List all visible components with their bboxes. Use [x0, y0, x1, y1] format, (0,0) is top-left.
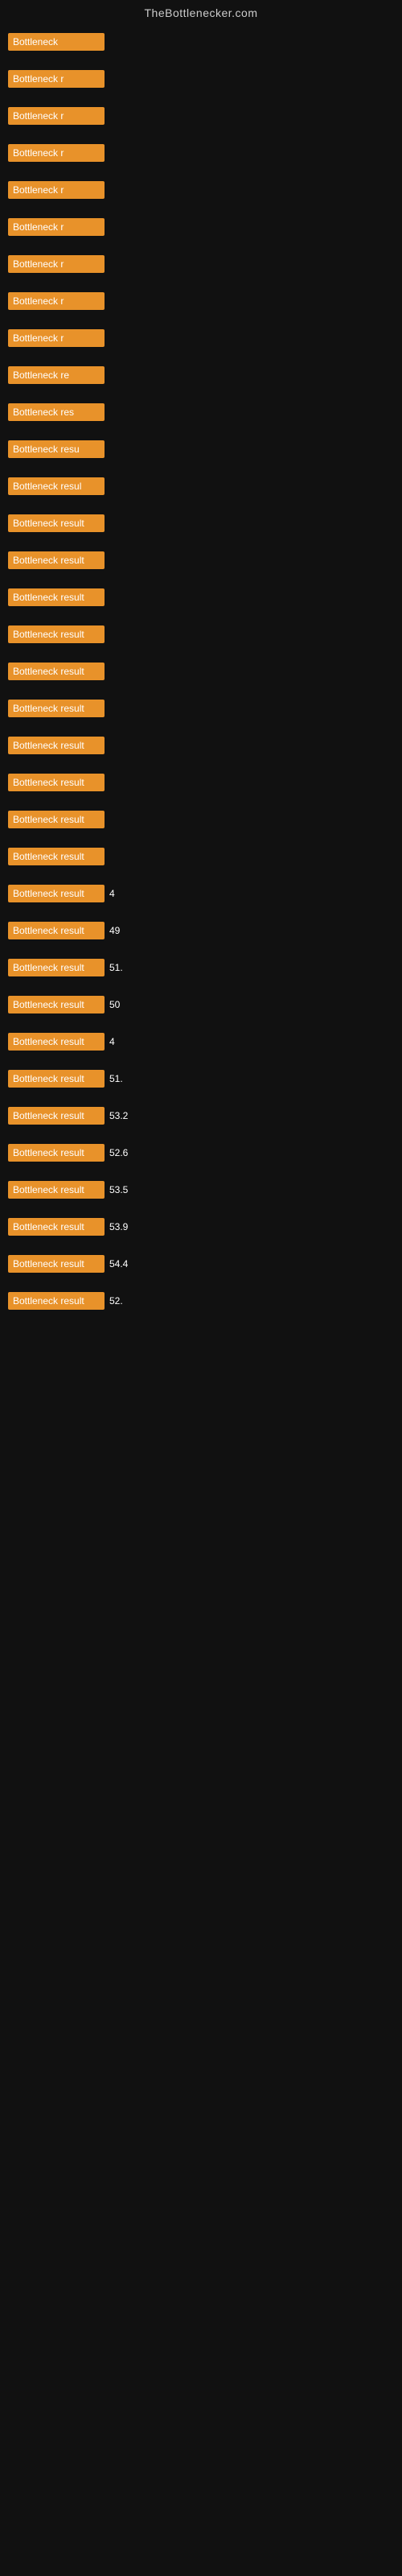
bar-value: 52.: [109, 1295, 123, 1307]
chart-row: Bottleneck r: [8, 105, 394, 127]
chart-row: Bottleneck re: [8, 364, 394, 386]
chart-row: Bottleneck result 53.9: [8, 1216, 394, 1238]
chart-row: Bottleneck result: [8, 549, 394, 572]
bar-label: Bottleneck result: [8, 811, 105, 828]
bar-label: Bottleneck result: [8, 625, 105, 643]
bar-label: Bottleneck result: [8, 1033, 105, 1051]
bar-value: 53.2: [109, 1110, 128, 1121]
bar-label: Bottleneck result: [8, 1144, 105, 1162]
bar-label: Bottleneck: [8, 33, 105, 51]
chart-row: Bottleneck result 51.: [8, 1067, 394, 1090]
bar-value: 4: [109, 888, 115, 899]
bar-label: Bottleneck result: [8, 922, 105, 939]
site-title: TheBottlenecker.com: [0, 0, 402, 23]
chart-row: Bottleneck result: [8, 512, 394, 535]
bar-label: Bottleneck r: [8, 181, 105, 199]
chart-row: Bottleneck resu: [8, 438, 394, 460]
bar-label: Bottleneck resu: [8, 440, 105, 458]
bar-value: 49: [109, 925, 120, 936]
chart-row: Bottleneck result 54.4: [8, 1253, 394, 1275]
bar-label: Bottleneck r: [8, 144, 105, 162]
bar-label: Bottleneck result: [8, 774, 105, 791]
bar-label: Bottleneck r: [8, 329, 105, 347]
chart-row: Bottleneck: [8, 31, 394, 53]
chart-row: Bottleneck r: [8, 253, 394, 275]
bar-label: Bottleneck res: [8, 403, 105, 421]
bar-label: Bottleneck result: [8, 700, 105, 717]
chart-row: Bottleneck result 53.2: [8, 1104, 394, 1127]
chart-row: Bottleneck result: [8, 808, 394, 831]
chart-row: Bottleneck result 51.: [8, 956, 394, 979]
chart-row: Bottleneck res: [8, 401, 394, 423]
bar-label: Bottleneck result: [8, 1181, 105, 1199]
chart-row: Bottleneck result: [8, 845, 394, 868]
chart-row: Bottleneck result 50: [8, 993, 394, 1016]
bar-value: 51.: [109, 1073, 123, 1084]
bar-label: Bottleneck result: [8, 737, 105, 754]
chart-row: Bottleneck r: [8, 216, 394, 238]
chart-row: Bottleneck result 53.5: [8, 1179, 394, 1201]
bar-value: 53.9: [109, 1221, 128, 1232]
bar-value: 53.5: [109, 1184, 128, 1195]
bar-label: Bottleneck result: [8, 848, 105, 865]
bar-label: Bottleneck r: [8, 292, 105, 310]
chart-row: Bottleneck r: [8, 327, 394, 349]
bar-label: Bottleneck result: [8, 1107, 105, 1125]
bar-label: Bottleneck result: [8, 996, 105, 1013]
chart-row: Bottleneck result 4: [8, 882, 394, 905]
chart-row: Bottleneck result 4: [8, 1030, 394, 1053]
chart-row: Bottleneck resul: [8, 475, 394, 497]
bar-label: Bottleneck result: [8, 885, 105, 902]
bar-value: 52.6: [109, 1147, 128, 1158]
chart-row: Bottleneck r: [8, 179, 394, 201]
bar-label: Bottleneck result: [8, 1292, 105, 1310]
chart-row: Bottleneck result: [8, 697, 394, 720]
chart-row: Bottleneck result 52.6: [8, 1141, 394, 1164]
chart-row: Bottleneck result 49: [8, 919, 394, 942]
bar-label: Bottleneck result: [8, 1255, 105, 1273]
bar-label: Bottleneck result: [8, 663, 105, 680]
bar-label: Bottleneck result: [8, 514, 105, 532]
chart-row: Bottleneck r: [8, 68, 394, 90]
bar-value: 4: [109, 1036, 115, 1047]
chart-row: Bottleneck result: [8, 623, 394, 646]
bar-label: Bottleneck r: [8, 218, 105, 236]
chart-row: Bottleneck result: [8, 660, 394, 683]
chart-row: Bottleneck r: [8, 142, 394, 164]
bar-value: 50: [109, 999, 120, 1010]
chart-row: Bottleneck result: [8, 734, 394, 757]
bar-label: Bottleneck result: [8, 1218, 105, 1236]
bar-value: 51.: [109, 962, 123, 973]
bar-label: Bottleneck result: [8, 959, 105, 976]
bar-label: Bottleneck r: [8, 255, 105, 273]
bar-label: Bottleneck result: [8, 1070, 105, 1088]
chart-row: Bottleneck result: [8, 771, 394, 794]
bar-value: 54.4: [109, 1258, 128, 1269]
bar-label: Bottleneck re: [8, 366, 105, 384]
chart-container: Bottleneck Bottleneck r Bottleneck r Bottle…: [0, 23, 402, 1327]
chart-row: Bottleneck result: [8, 586, 394, 609]
bar-label: Bottleneck resul: [8, 477, 105, 495]
bar-label: Bottleneck r: [8, 70, 105, 88]
chart-row: Bottleneck result 52.: [8, 1290, 394, 1312]
bar-label: Bottleneck result: [8, 551, 105, 569]
chart-row: Bottleneck r: [8, 290, 394, 312]
bar-label: Bottleneck result: [8, 588, 105, 606]
bar-label: Bottleneck r: [8, 107, 105, 125]
